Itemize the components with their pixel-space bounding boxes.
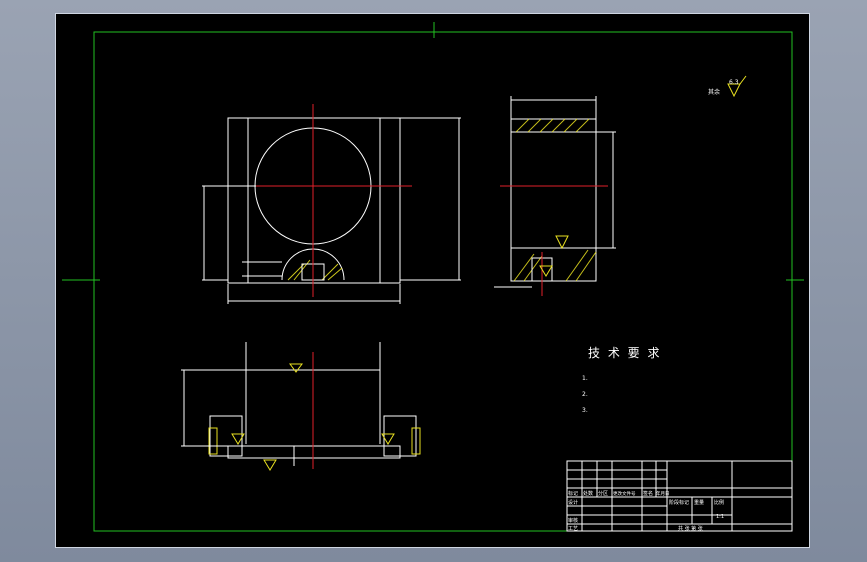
tb-label-mark: 标记	[568, 490, 578, 497]
tb-role-review: 审核	[568, 517, 578, 524]
tb-label-zone: 分区	[598, 490, 608, 497]
tech-requirement-1: 1.	[582, 375, 588, 382]
tb-stage-mark: 阶段标记	[669, 499, 689, 506]
side-view	[494, 96, 616, 296]
tech-requirement-3: 3.	[582, 407, 588, 414]
tb-weight: 重量	[694, 499, 704, 506]
tech-requirement-2: 2.	[582, 391, 588, 398]
front-view	[202, 104, 461, 304]
roughness-value: 6.3	[729, 79, 739, 86]
roughness-note: 其余	[708, 88, 720, 96]
tb-role-process: 工艺	[568, 526, 578, 532]
cad-drawing: 技 术 要 求 1. 2. 3. 其余 6.3 标记 处数 分区 更改文件号 签…	[62, 22, 804, 532]
tb-label-count: 处数	[583, 490, 593, 497]
tb-sheet: 共 张 第 张	[678, 525, 703, 532]
tech-requirements-title: 技 术 要 求	[588, 346, 661, 360]
drawing-frame	[93, 31, 793, 532]
tb-scale-label: 比例	[714, 499, 724, 506]
tb-label-date: 年月日	[656, 490, 670, 497]
bottom-view	[181, 342, 421, 471]
tb-scale-value: 1:1	[716, 514, 724, 520]
tb-label-sign: 签名	[643, 490, 653, 497]
tb-role-design: 设计	[568, 499, 578, 506]
drawing-canvas: 技 术 要 求 1. 2. 3. 其余 6.3 标记 处数 分区 更改文件号 签…	[55, 13, 810, 548]
tb-label-change-doc: 更改文件号	[613, 490, 636, 497]
